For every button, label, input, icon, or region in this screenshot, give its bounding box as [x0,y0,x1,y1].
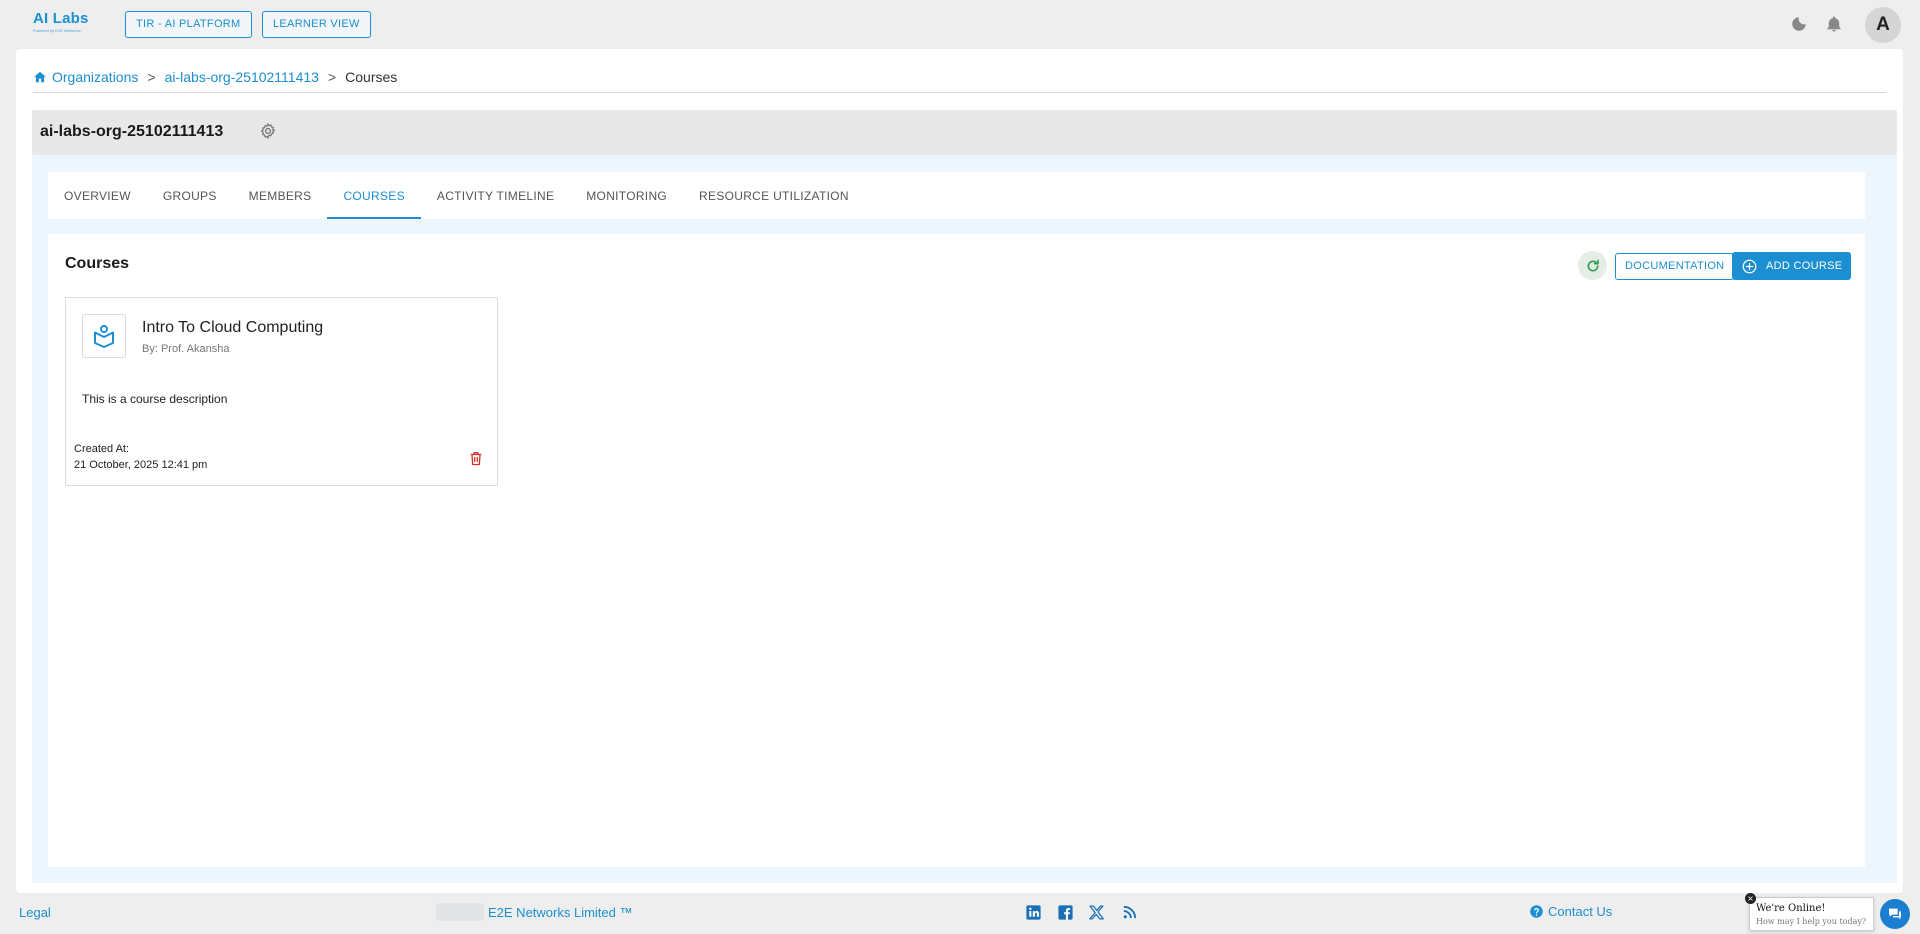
company-logo [436,903,484,921]
x-icon[interactable] [1088,904,1105,921]
breadcrumb-current: Courses [345,69,398,85]
rss-icon[interactable] [1121,904,1138,921]
breadcrumb-divider [33,92,1886,93]
chat-subtitle: How may I help you today? [1756,917,1867,926]
chat-close-button[interactable]: × [1745,893,1756,904]
breadcrumb-org[interactable]: ai-labs-org-25102111413 [165,69,319,85]
breadcrumb-organizations[interactable]: Organizations [52,69,138,85]
course-card[interactable]: Intro To Cloud Computing By: Prof. Akans… [65,297,498,486]
course-name[interactable]: Intro To Cloud Computing [142,319,323,337]
tab-bar: OVERVIEW GROUPS MEMBERS COURSES ACTIVITY… [48,172,1865,219]
top-bar: AI Labs Powered by E2E Networks TIR - AI… [0,0,1920,49]
course-description: This is a course description [82,392,228,406]
org-header: ai-labs-org-25102111413 [32,110,1897,155]
created-at-value: 21 October, 2025 12:41 pm [74,459,208,471]
ai-labs-logo[interactable]: AI Labs Powered by E2E Networks [33,10,99,40]
tab-groups[interactable]: GROUPS [147,172,233,219]
breadcrumb: Organizations > ai-labs-org-25102111413 … [33,67,397,87]
tir-platform-button[interactable]: TIR - AI PLATFORM [125,11,252,38]
add-circle-icon [1742,259,1757,273]
chat-icon [1889,908,1901,920]
courses-panel: Courses DOCUMENTATION ADD COURSE Intro T… [48,234,1865,867]
add-course-button[interactable]: ADD COURSE [1732,252,1851,280]
help-icon [1530,905,1543,918]
bell-icon[interactable] [1825,15,1843,33]
course-icon-box [82,314,126,358]
learner-view-button[interactable]: LEARNER VIEW [262,11,371,38]
content-area: OVERVIEW GROUPS MEMBERS COURSES ACTIVITY… [32,155,1897,883]
org-title: ai-labs-org-25102111413 [40,123,224,140]
tab-courses[interactable]: COURSES [327,172,422,219]
gear-icon[interactable] [259,122,277,140]
tab-resource-utilization[interactable]: RESOURCE UTILIZATION [683,172,865,219]
refresh-button[interactable] [1578,251,1607,280]
home-icon [34,71,46,83]
legal-link[interactable]: Legal [19,905,51,920]
logo-subtext: Powered by E2E Networks [33,28,81,33]
created-at-label: Created At: [74,443,130,455]
tab-monitoring[interactable]: MONITORING [570,172,683,219]
contact-us-link[interactable]: Contact Us [1529,904,1612,919]
documentation-button[interactable]: DOCUMENTATION [1615,253,1735,280]
facebook-icon[interactable] [1057,904,1074,921]
tab-activity-timeline[interactable]: ACTIVITY TIMELINE [421,172,570,219]
refresh-icon [1587,259,1599,271]
logo-text: AI Labs [33,10,89,27]
linkedin-icon[interactable] [1025,904,1042,921]
tab-overview[interactable]: OVERVIEW [48,172,147,219]
delete-icon[interactable] [468,450,484,467]
main-panel: Organizations > ai-labs-org-25102111413 … [16,49,1903,893]
add-course-label: ADD COURSE [1766,260,1843,272]
moon-icon[interactable] [1790,15,1808,33]
company-name[interactable]: E2E Networks Limited ™ [488,905,633,920]
courses-title: Courses [65,255,130,272]
footer: Legal E2E Networks Limited ™ Contact Us [0,893,1920,934]
course-book-icon [94,325,114,348]
contact-us-label: Contact Us [1548,904,1613,919]
chat-widget[interactable]: × We're Online! How may I help you today… [1745,893,1874,931]
chat-bubble-button[interactable] [1880,899,1910,929]
user-avatar[interactable]: A [1865,7,1901,43]
breadcrumb-separator: > [147,69,156,85]
tab-members[interactable]: MEMBERS [233,172,328,219]
breadcrumb-separator: > [327,69,337,85]
course-author: By: Prof. Akansha [142,343,230,355]
chat-title: We're Online! [1756,903,1826,914]
